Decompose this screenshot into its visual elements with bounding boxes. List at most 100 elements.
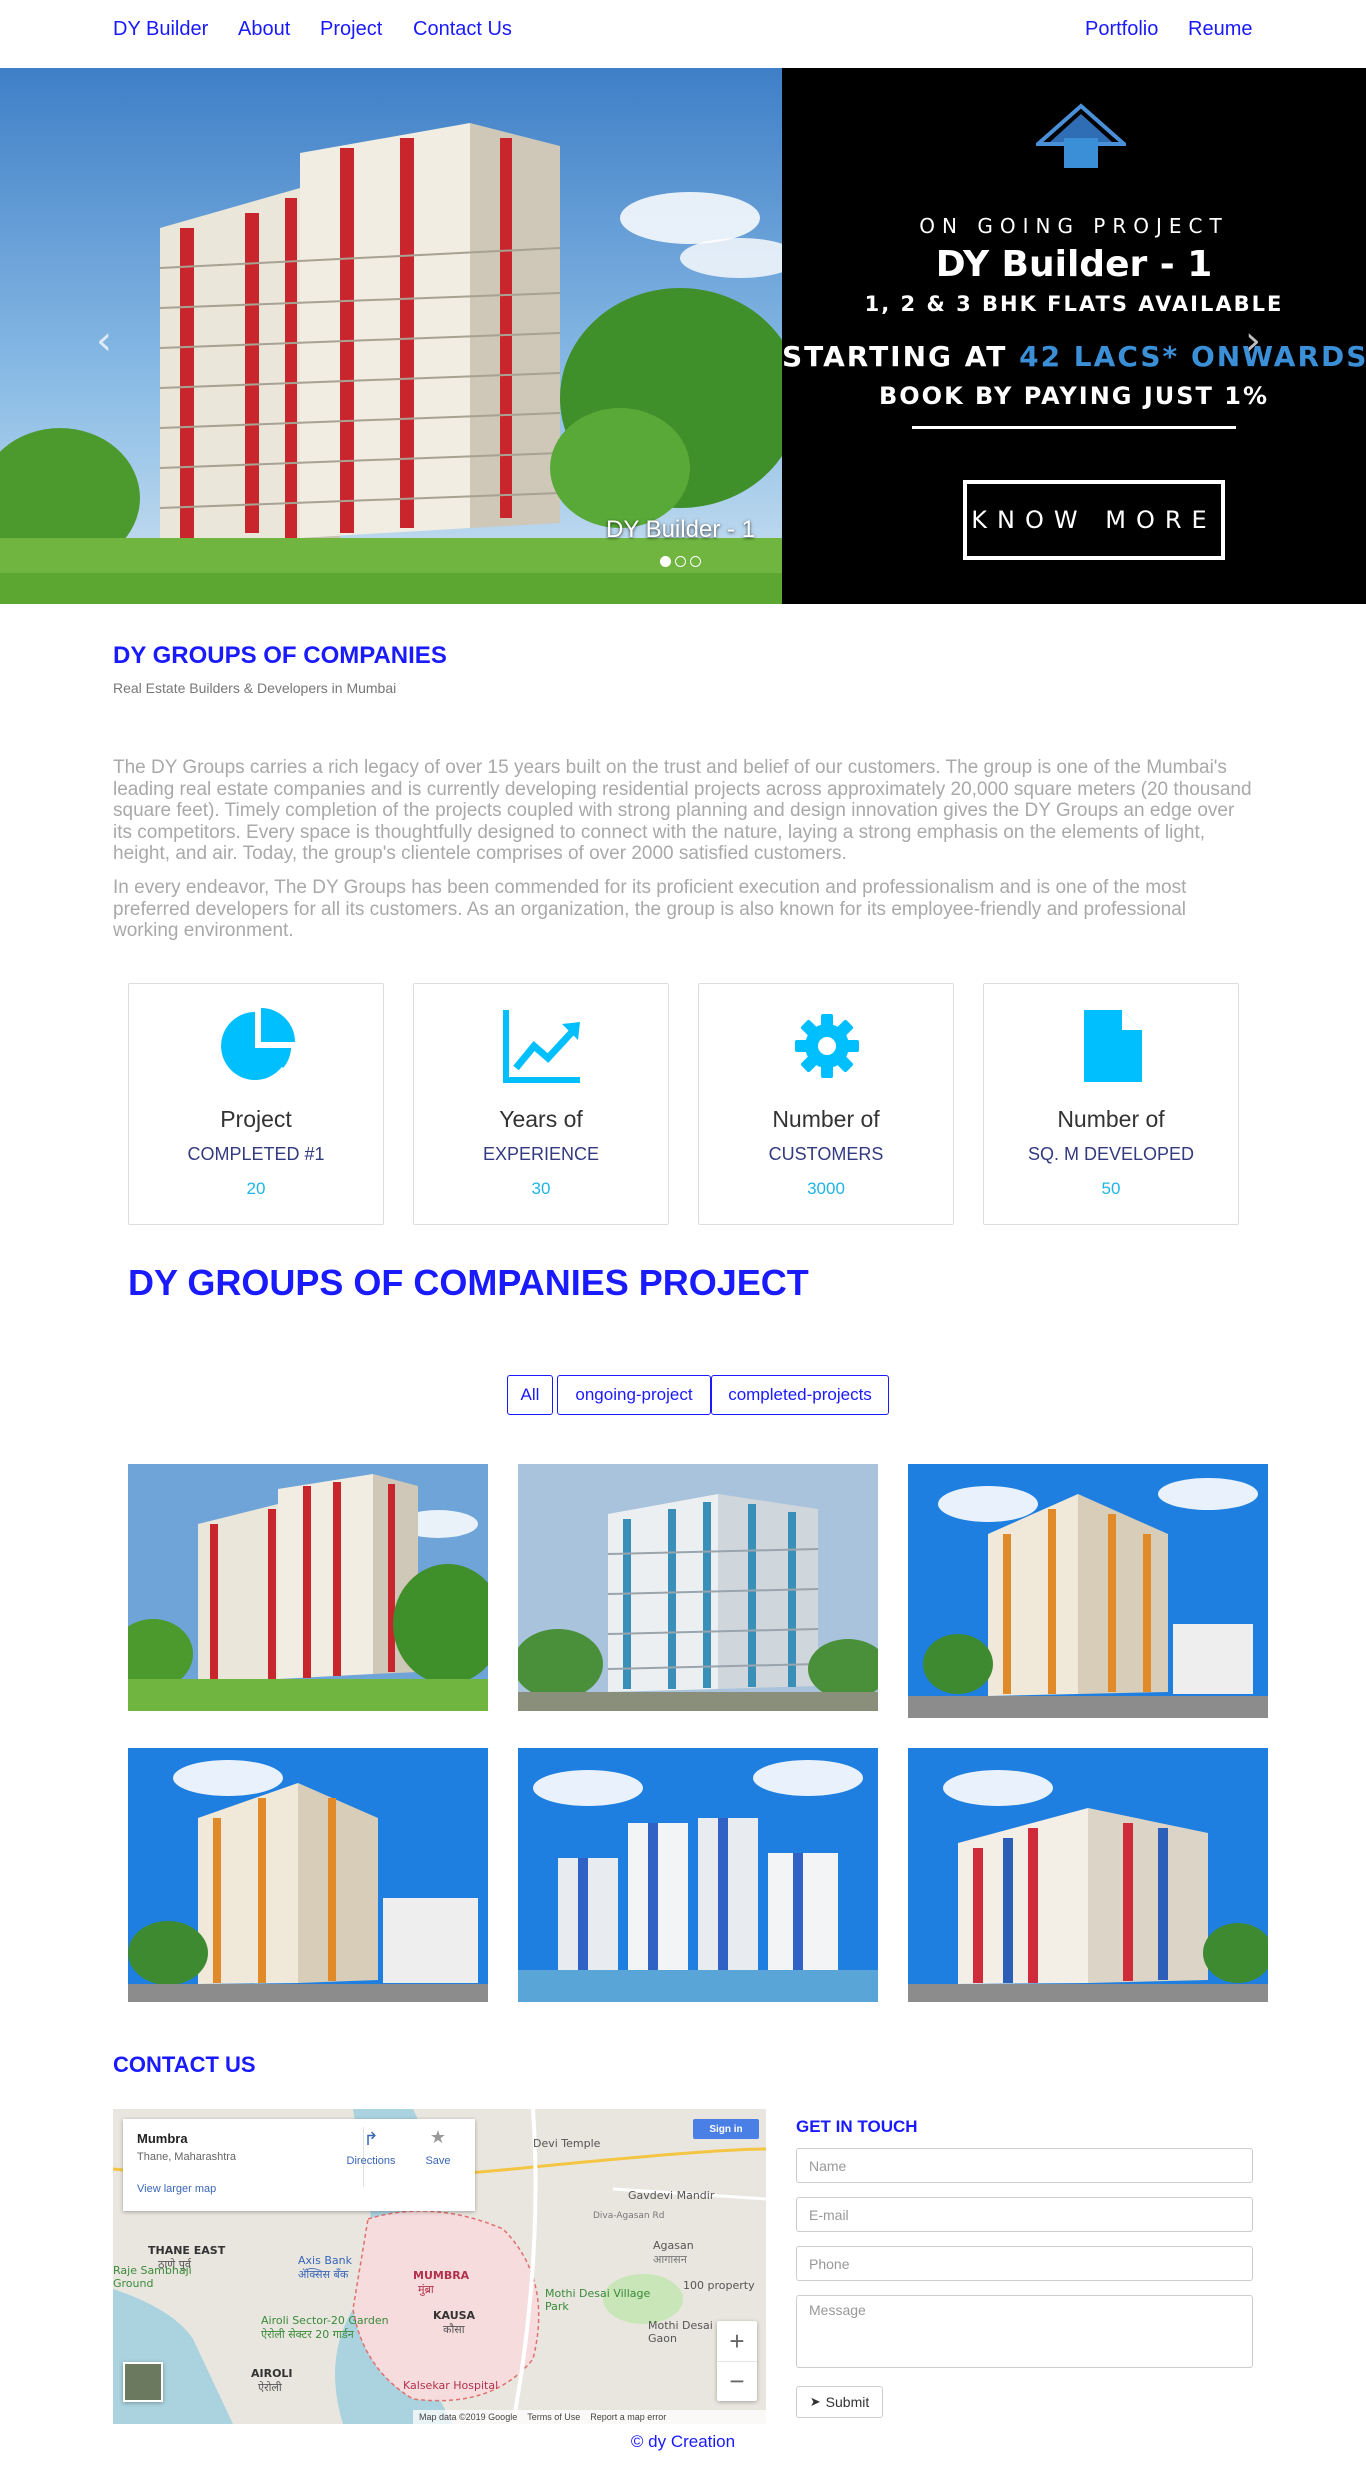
map-label: Raje Sambhaji Ground (113, 2264, 192, 2290)
stat-title: Number of (1057, 1106, 1165, 1132)
project-image-3[interactable] (908, 1464, 1268, 1718)
map-label: THANE EAST (148, 2244, 226, 2257)
carousel-indicator-2[interactable] (675, 556, 686, 567)
know-more-button[interactable]: KNOW MORE (963, 480, 1225, 560)
map-label: Mothi Desai Gaon (648, 2319, 713, 2345)
map-place-region: Thane, Maharashtra (137, 2151, 237, 2163)
submit-button[interactable]: ➤ Submit (796, 2386, 883, 2418)
phone-input[interactable] (796, 2246, 1253, 2281)
map-label: KAUSA (433, 2309, 476, 2322)
stat-card-customers: Number of CUSTOMERS 3000 (698, 983, 954, 1225)
top-navbar: DY Builder About Project Contact Us Port… (0, 0, 1366, 68)
satellite-toggle[interactable] (123, 2362, 163, 2402)
map-attribution-bar: Map data ©2019 Google Terms of Use Repor… (413, 2410, 766, 2424)
map-label: Gavdevi Mandir (628, 2189, 715, 2202)
project-image-5[interactable] (518, 1748, 878, 2002)
nav-about-link[interactable]: About (238, 18, 290, 41)
star-icon[interactable]: ★ (423, 2127, 453, 2148)
project-image-4[interactable] (128, 1748, 488, 2002)
map-label: कौसा (443, 2323, 465, 2336)
footer-copyright: © dy Creation (630, 2432, 736, 2451)
hero-price-highlight: 42 LACS* ONWARDS (1019, 340, 1366, 373)
map-label: 100 property (683, 2279, 755, 2292)
nav-contact-link[interactable]: Contact Us (413, 18, 512, 41)
carousel-caption: DY Builder - 1 (606, 516, 755, 543)
hero-price-text: STARTING AT 42 LACS* ONWARDS (782, 340, 1366, 373)
nav-project-link[interactable]: Project (320, 18, 382, 41)
stat-card-experience: Years of EXPERIENCE 30 (413, 983, 669, 1225)
map-label: Axis Bank (298, 2254, 352, 2267)
map-label: AIROLI (251, 2367, 293, 2380)
hero-carousel: ON GOING PROJECT DY Builder - 1 1, 2 & 3… (0, 68, 1366, 604)
map-attribution: Map data ©2019 Google (419, 2412, 518, 2422)
stat-subtitle: SQ. M DEVELOPED (1027, 1144, 1195, 1164)
house-logo-icon (1036, 103, 1126, 168)
submit-label: Submit (825, 2394, 870, 2410)
stat-card-projects: Project COMPLETED #1 20 (128, 983, 384, 1225)
map-place-name: Mumbra (137, 2131, 188, 2146)
map-label: मुंब्रा (418, 2283, 434, 2296)
google-map-embed[interactable]: Devi Temple Gavdevi Mandir Agasan आगासन … (113, 2109, 766, 2424)
hero-divider (912, 426, 1236, 429)
save-link[interactable]: Save (419, 2155, 457, 2167)
pie-chart-icon (221, 1008, 295, 1080)
contact-title: CONTACT US (113, 2052, 256, 2077)
projects-title: DY GROUPS OF COMPANIES PROJECT (128, 1262, 809, 1303)
hero-promo-panel: ON GOING PROJECT DY Builder - 1 1, 2 & 3… (782, 68, 1366, 604)
filter-ongoing-button[interactable]: ongoing-project (557, 1375, 711, 1415)
stat-subtitle: EXPERIENCE (482, 1144, 600, 1164)
project-image-2[interactable] (518, 1464, 878, 1711)
map-zoom-control: + − (717, 2321, 757, 2401)
gear-icon (795, 1014, 859, 1078)
map-place-card: Mumbra Thane, Maharashtra View larger ma… (123, 2119, 475, 2211)
map-label: Agasan (653, 2239, 694, 2252)
stat-subtitle: CUSTOMERS (768, 1144, 884, 1164)
email-input[interactable] (796, 2197, 1253, 2232)
map-label: Kalsekar Hospital (403, 2379, 499, 2392)
stat-title: Project (220, 1106, 292, 1132)
nav-portfolio-link[interactable]: Portfolio (1085, 18, 1158, 41)
filter-completed-button[interactable]: completed-projects (711, 1375, 889, 1415)
hero-price-prefix: STARTING AT (782, 340, 1020, 373)
get-in-touch-title: GET IN TOUCH (796, 2117, 918, 2136)
map-report-link[interactable]: Report a map error (590, 2412, 666, 2422)
stat-value: 3000 (807, 1179, 845, 1198)
stat-value: 30 (531, 1179, 551, 1198)
map-label: अ‍ॅक्सिस बँक (298, 2268, 349, 2281)
stat-title: Years of (499, 1106, 583, 1132)
line-chart-icon (503, 1010, 580, 1083)
carousel-indicator-1[interactable] (660, 556, 671, 567)
carousel-next-icon[interactable]: › (1245, 318, 1261, 364)
map-label: Diva-Agasan Rd (593, 2211, 665, 2221)
about-title: DY GROUPS OF COMPANIES (113, 642, 447, 669)
name-input[interactable] (796, 2148, 1253, 2183)
about-paragraph-2: In every endeavor, The DY Groups has bee… (113, 877, 1187, 941)
map-terms-link[interactable]: Terms of Use (527, 2412, 580, 2422)
message-textarea[interactable] (796, 2295, 1253, 2368)
map-label: Mothi Desai Village Park (545, 2287, 651, 2313)
map-label: MUMBRA (413, 2269, 470, 2282)
nav-resume-link[interactable]: Reume (1188, 18, 1252, 41)
carousel-prev-icon[interactable]: ‹ (96, 318, 112, 364)
filter-all-button[interactable]: All (507, 1375, 553, 1415)
brand-link[interactable]: DY Builder (113, 18, 208, 41)
map-label: Devi Temple (533, 2137, 601, 2150)
document-icon (1084, 1010, 1142, 1082)
carousel-indicator-3[interactable] (690, 556, 701, 567)
stat-value: 50 (1101, 1179, 1121, 1198)
hero-project-name: DY Builder - 1 (935, 244, 1213, 285)
map-label: ऐरोली (258, 2381, 282, 2394)
project-image-1[interactable] (128, 1464, 488, 1711)
hero-booking-text: BOOK BY PAYING JUST 1% (878, 382, 1270, 410)
directions-link[interactable]: Directions (341, 2155, 401, 2167)
project-image-6[interactable] (908, 1748, 1268, 2002)
send-icon: ➤ (809, 2394, 821, 2409)
about-subtitle: Real Estate Builders & Developers in Mum… (113, 680, 397, 696)
zoom-out-icon[interactable]: − (717, 2361, 757, 2401)
directions-icon[interactable]: ↱ (349, 2129, 393, 2150)
map-label: आगासन (653, 2253, 687, 2266)
map-sign-in-button[interactable]: Sign in (693, 2119, 759, 2139)
view-larger-map-link[interactable]: View larger map (137, 2183, 216, 2195)
zoom-in-icon[interactable]: + (717, 2321, 757, 2361)
hero-tagline: ON GOING PROJECT (919, 214, 1229, 238)
